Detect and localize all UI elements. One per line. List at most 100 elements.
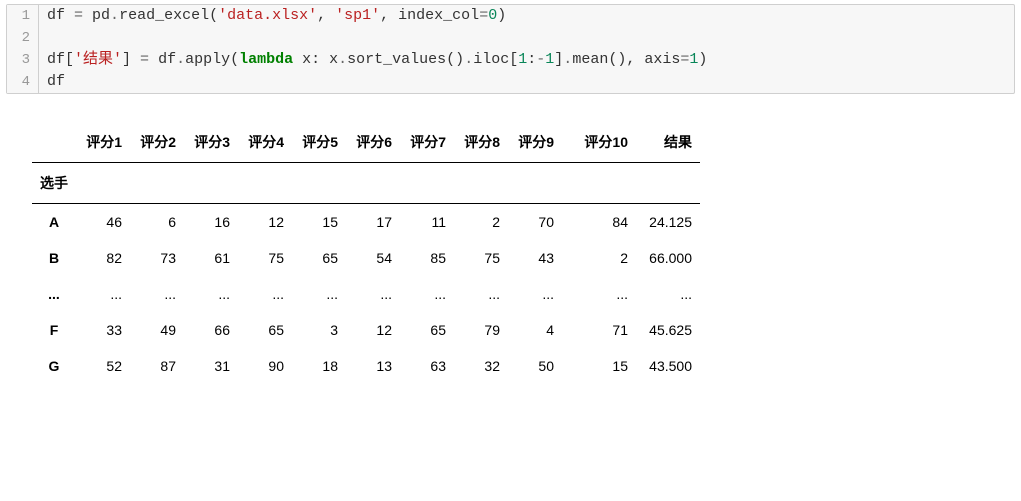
table-cell: ... bbox=[184, 276, 238, 312]
row-index: G bbox=[32, 348, 76, 384]
code-token: x: x bbox=[293, 51, 338, 68]
row-index: ... bbox=[32, 276, 76, 312]
dataframe-index-name-row: 选手 bbox=[32, 163, 700, 204]
code-token: df bbox=[47, 73, 65, 90]
header-spacer bbox=[636, 163, 700, 204]
table-cell: 75 bbox=[454, 240, 508, 276]
table-cell: 52 bbox=[76, 348, 130, 384]
table-cell: ... bbox=[454, 276, 508, 312]
code-token: ] bbox=[122, 51, 140, 68]
code-line: 3df['结果'] = df.apply(lambda x: x.sort_va… bbox=[7, 49, 1014, 71]
table-cell: 18 bbox=[292, 348, 346, 384]
table-row: A46616121517112708424.125 bbox=[32, 204, 700, 241]
row-index: A bbox=[32, 204, 76, 241]
header-spacer bbox=[130, 163, 184, 204]
dataframe-output: 评分1评分2评分3评分4评分5评分6评分7评分8评分9评分10结果 选手 A46… bbox=[32, 122, 700, 384]
header-spacer bbox=[508, 163, 562, 204]
table-cell: ... bbox=[238, 276, 292, 312]
code-text[interactable]: df['结果'] = df.apply(lambda x: x.sort_val… bbox=[39, 49, 707, 71]
table-row: .................................... bbox=[32, 276, 700, 312]
table-cell: 46 bbox=[76, 204, 130, 241]
row-index: B bbox=[32, 240, 76, 276]
column-header: 评分6 bbox=[346, 122, 400, 163]
code-token: = bbox=[680, 51, 689, 68]
table-cell: 49 bbox=[130, 312, 184, 348]
table-cell: 6 bbox=[130, 204, 184, 241]
table-cell: 31 bbox=[184, 348, 238, 384]
code-token: = bbox=[140, 51, 149, 68]
table-cell: 11 bbox=[400, 204, 454, 241]
table-cell: ... bbox=[76, 276, 130, 312]
table-row: G5287319018136332501543.500 bbox=[32, 348, 700, 384]
table-cell: 65 bbox=[292, 240, 346, 276]
table-cell: 65 bbox=[238, 312, 292, 348]
header-spacer bbox=[346, 163, 400, 204]
table-cell: 12 bbox=[346, 312, 400, 348]
code-token: df bbox=[149, 51, 176, 68]
code-token: - bbox=[536, 51, 545, 68]
table-cell: 43.500 bbox=[636, 348, 700, 384]
index-corner bbox=[32, 122, 76, 163]
code-token: . bbox=[563, 51, 572, 68]
code-cell: 1df = pd.read_excel('data.xlsx', 'sp1', … bbox=[6, 4, 1015, 94]
column-header: 评分1 bbox=[76, 122, 130, 163]
line-number: 1 bbox=[7, 5, 39, 27]
code-token: , index_col bbox=[380, 7, 479, 24]
table-cell: 13 bbox=[346, 348, 400, 384]
table-row: F33496665312657947145.625 bbox=[32, 312, 700, 348]
code-token: 1 bbox=[545, 51, 554, 68]
code-token: 0 bbox=[488, 7, 497, 24]
line-number: 3 bbox=[7, 49, 39, 71]
table-cell: 71 bbox=[562, 312, 636, 348]
code-token: , bbox=[317, 7, 335, 24]
table-cell: 84 bbox=[562, 204, 636, 241]
header-spacer bbox=[184, 163, 238, 204]
header-spacer bbox=[454, 163, 508, 204]
column-header: 结果 bbox=[636, 122, 700, 163]
code-token: . bbox=[176, 51, 185, 68]
table-cell: 33 bbox=[76, 312, 130, 348]
code-token: = bbox=[479, 7, 488, 24]
table-cell: 43 bbox=[508, 240, 562, 276]
code-token: ) bbox=[497, 7, 506, 24]
table-cell: 66 bbox=[184, 312, 238, 348]
column-header: 评分4 bbox=[238, 122, 292, 163]
dataframe-body: A46616121517112708424.125B82736175655485… bbox=[32, 204, 700, 385]
header-spacer bbox=[292, 163, 346, 204]
table-cell: 65 bbox=[400, 312, 454, 348]
code-token: mean(), axis bbox=[572, 51, 680, 68]
table-cell: 61 bbox=[184, 240, 238, 276]
code-token: . bbox=[338, 51, 347, 68]
table-cell: 85 bbox=[400, 240, 454, 276]
table-cell: 24.125 bbox=[636, 204, 700, 241]
code-text[interactable]: df = pd.read_excel('data.xlsx', 'sp1', i… bbox=[39, 5, 506, 27]
column-header: 评分3 bbox=[184, 122, 238, 163]
code-token: iloc[ bbox=[473, 51, 518, 68]
code-token: read_excel( bbox=[119, 7, 218, 24]
table-cell: ... bbox=[508, 276, 562, 312]
code-token: ] bbox=[554, 51, 563, 68]
row-index: F bbox=[32, 312, 76, 348]
code-text[interactable]: df bbox=[39, 71, 65, 93]
table-cell: 4 bbox=[508, 312, 562, 348]
code-token: : bbox=[527, 51, 536, 68]
code-line: 1df = pd.read_excel('data.xlsx', 'sp1', … bbox=[7, 5, 1014, 27]
table-cell: 63 bbox=[400, 348, 454, 384]
code-line: 4df bbox=[7, 71, 1014, 93]
table-cell: 17 bbox=[346, 204, 400, 241]
column-header: 评分9 bbox=[508, 122, 562, 163]
header-spacer bbox=[76, 163, 130, 204]
table-cell: 79 bbox=[454, 312, 508, 348]
header-spacer bbox=[400, 163, 454, 204]
table-cell: 3 bbox=[292, 312, 346, 348]
code-token: df[ bbox=[47, 51, 74, 68]
table-cell: ... bbox=[346, 276, 400, 312]
index-name-cell: 选手 bbox=[32, 163, 76, 204]
code-token: 1 bbox=[518, 51, 527, 68]
code-token: 'sp1' bbox=[335, 7, 380, 24]
code-token: df bbox=[47, 7, 74, 24]
column-header: 评分10 bbox=[562, 122, 636, 163]
code-token: ) bbox=[698, 51, 707, 68]
table-cell: ... bbox=[130, 276, 184, 312]
table-cell: 2 bbox=[454, 204, 508, 241]
